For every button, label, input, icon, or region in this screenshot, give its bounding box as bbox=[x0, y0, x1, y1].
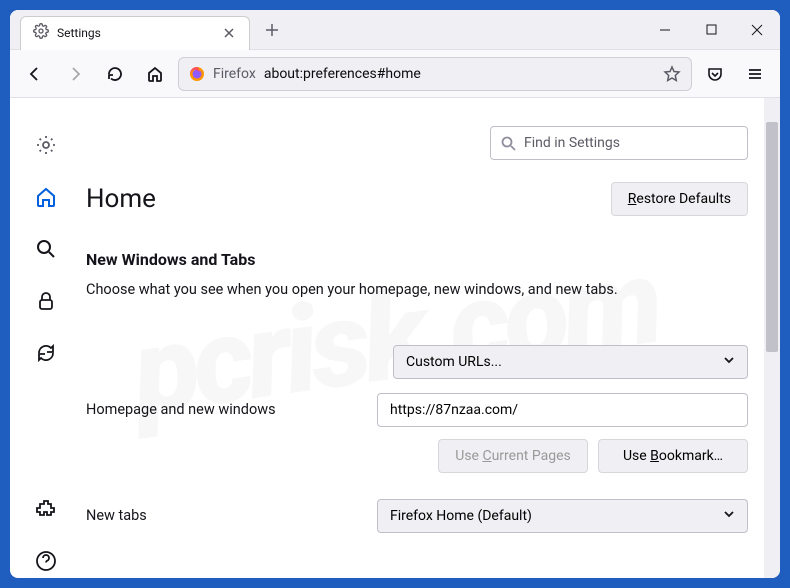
section-heading: New Windows and Tabs bbox=[86, 250, 760, 269]
vertical-scrollbar[interactable] bbox=[764, 98, 780, 578]
bookmark-star-icon[interactable] bbox=[663, 65, 681, 83]
sidebar-item-extensions[interactable] bbox=[29, 492, 63, 526]
scrollbar-thumb[interactable] bbox=[766, 122, 778, 352]
chevron-down-icon bbox=[723, 508, 735, 524]
select-value: Custom URLs... bbox=[406, 354, 502, 370]
maximize-button[interactable] bbox=[688, 10, 734, 50]
settings-sidebar bbox=[10, 98, 82, 578]
nav-toolbar: Firefox about:preferences#home bbox=[10, 50, 780, 98]
tab-close-button[interactable] bbox=[219, 23, 239, 43]
sidebar-item-home[interactable] bbox=[29, 180, 63, 214]
window-controls bbox=[642, 10, 780, 50]
gear-icon bbox=[33, 23, 49, 43]
use-bookmark-button[interactable]: Use Bookmark… bbox=[598, 439, 748, 473]
forward-button[interactable] bbox=[58, 57, 92, 91]
new-tab-button[interactable] bbox=[256, 14, 288, 46]
newtabs-mode-select[interactable]: Firefox Home (Default) bbox=[377, 499, 748, 533]
back-button[interactable] bbox=[18, 57, 52, 91]
firefox-icon bbox=[189, 66, 205, 82]
close-button[interactable] bbox=[734, 10, 780, 50]
find-placeholder: Find in Settings bbox=[524, 135, 620, 151]
identity-label: Firefox bbox=[213, 66, 256, 82]
sidebar-item-search[interactable] bbox=[29, 232, 63, 266]
content-area: pcrisk.com Find in Settings Home Restore bbox=[10, 98, 780, 578]
sidebar-item-sync[interactable] bbox=[29, 336, 63, 370]
use-current-pages-button[interactable]: Use Current Pages bbox=[438, 439, 588, 473]
homepage-url-input[interactable] bbox=[377, 393, 748, 427]
settings-main: Find in Settings Home Restore Defaults N… bbox=[82, 98, 780, 578]
sidebar-item-help[interactable] bbox=[29, 544, 63, 578]
titlebar: Settings bbox=[10, 10, 780, 50]
reload-button[interactable] bbox=[98, 57, 132, 91]
minimize-button[interactable] bbox=[642, 10, 688, 50]
browser-tab[interactable]: Settings bbox=[20, 16, 250, 50]
sidebar-item-privacy[interactable] bbox=[29, 284, 63, 318]
pocket-button[interactable] bbox=[698, 57, 732, 91]
sidebar-item-general[interactable] bbox=[29, 128, 63, 162]
find-in-settings-input[interactable]: Find in Settings bbox=[490, 126, 748, 160]
app-menu-button[interactable] bbox=[738, 57, 772, 91]
select-value: Firefox Home (Default) bbox=[390, 508, 532, 524]
chevron-down-icon bbox=[723, 354, 735, 370]
page-title: Home bbox=[86, 184, 156, 214]
homepage-row-label: Homepage and new windows bbox=[86, 401, 361, 418]
restore-defaults-button[interactable]: Restore Defaults bbox=[611, 182, 748, 216]
tab-title: Settings bbox=[57, 26, 211, 40]
newtabs-row-label: New tabs bbox=[86, 507, 361, 524]
home-button[interactable] bbox=[138, 57, 172, 91]
homepage-mode-select[interactable]: Custom URLs... bbox=[393, 345, 748, 379]
section-description: Choose what you see when you open your h… bbox=[86, 279, 760, 301]
url-text: about:preferences#home bbox=[264, 66, 421, 82]
url-bar[interactable]: Firefox about:preferences#home bbox=[178, 57, 692, 91]
